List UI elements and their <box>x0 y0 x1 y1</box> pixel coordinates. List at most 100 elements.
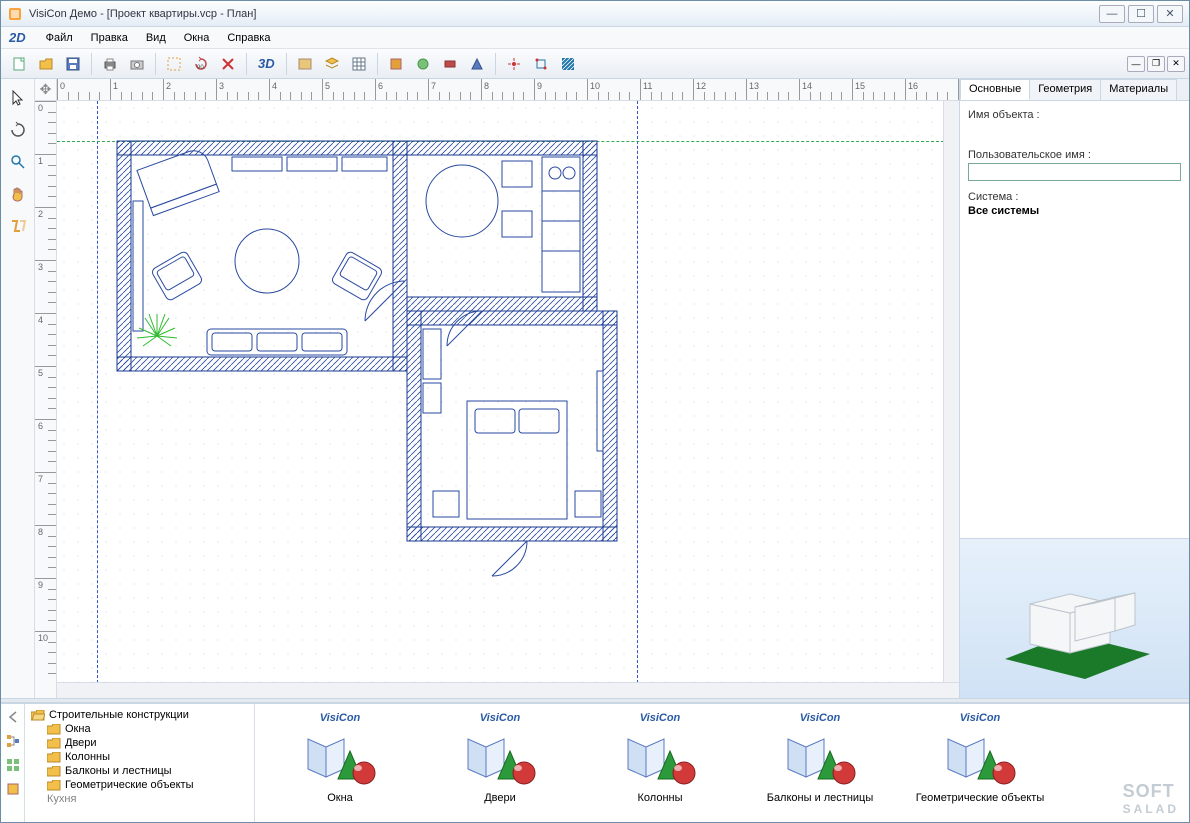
folder-cutoff[interactable]: Кухня <box>31 792 248 806</box>
tool-d-icon[interactable] <box>465 52 489 76</box>
print-icon[interactable] <box>98 52 122 76</box>
catalog-back-icon[interactable] <box>4 708 22 726</box>
window-title: VisiCon Демо - [Проект квартиры.vcp - Пл… <box>29 8 1096 20</box>
catalog-brand: VisiCon <box>960 712 1001 724</box>
tool-c-icon[interactable] <box>438 52 462 76</box>
catalog-thumb-icon <box>300 728 380 788</box>
folder-label: Строительные конструкции <box>49 709 189 721</box>
mdi-close-button[interactable]: ✕ <box>1167 56 1185 72</box>
maximize-button[interactable]: ☐ <box>1128 5 1154 23</box>
menu-view[interactable]: Вид <box>138 29 174 47</box>
close-button[interactable]: ✕ <box>1157 5 1183 23</box>
folder-icon <box>47 738 61 749</box>
drawing-canvas[interactable] <box>57 101 959 698</box>
folder-label: Кухня <box>47 793 76 805</box>
preview-3d[interactable] <box>960 538 1189 698</box>
camera-icon[interactable] <box>125 52 149 76</box>
snap-a-icon[interactable] <box>502 52 526 76</box>
catalog-item[interactable]: VisiCon Колонны <box>595 712 725 814</box>
menu-windows[interactable]: Окна <box>176 29 218 47</box>
canvas-scrollbar-v[interactable] <box>943 101 959 698</box>
vertical-ruler[interactable]: 012345678910 <box>35 101 57 698</box>
user-name-input[interactable] <box>968 163 1181 181</box>
app-icon <box>7 6 23 22</box>
layer-icon[interactable] <box>293 52 317 76</box>
catalog-brand: VisiCon <box>800 712 841 724</box>
properties-body: Имя объекта : Пользовательское имя : Сис… <box>960 101 1189 538</box>
folder-geometry[interactable]: Геометрические объекты <box>31 778 248 792</box>
folder-label: Двери <box>65 737 97 749</box>
save-icon[interactable] <box>61 52 85 76</box>
tool-a-icon[interactable] <box>384 52 408 76</box>
folder-label: Геометрические объекты <box>65 779 193 791</box>
catalog-item-label: Балконы и лестницы <box>767 792 874 804</box>
folder-columns[interactable]: Колонны <box>31 750 248 764</box>
mdi-minimize-button[interactable]: — <box>1127 56 1145 72</box>
select-marquee-icon[interactable] <box>162 52 186 76</box>
catalog-item-label: Колонны <box>638 792 683 804</box>
cursor-tool[interactable] <box>5 85 31 111</box>
zoom-tool[interactable] <box>5 149 31 175</box>
workspace: ✥ 01234567891011121314151617 01234567891… <box>1 79 1189 698</box>
grid-icon[interactable] <box>347 52 371 76</box>
catalog-item[interactable]: VisiConДвери <box>435 712 565 814</box>
catalog-item[interactable]: VisiCon Балконы и лестницы <box>755 712 885 814</box>
snap-b-icon[interactable] <box>529 52 553 76</box>
catalog-item-label: Окна <box>327 792 353 804</box>
catalog-item[interactable]: VisiCon Геометрические объекты <box>915 712 1045 814</box>
minimize-button[interactable]: — <box>1099 5 1125 23</box>
catalog-thumb-icon <box>460 728 540 788</box>
menu-help[interactable]: Справка <box>219 29 278 47</box>
catalog-panel: Строительные конструкции Окна Двери Коло… <box>1 702 1189 822</box>
catalog-view-icon[interactable] <box>4 756 22 774</box>
catalog-thumb-icon <box>620 728 700 788</box>
catalog-brand: VisiCon <box>640 712 681 724</box>
folder-root[interactable]: Строительные конструкции <box>31 708 248 722</box>
folder-doors[interactable]: Двери <box>31 736 248 750</box>
ruler-origin[interactable]: ✥ <box>35 79 57 101</box>
catalog-thumb-icon <box>780 728 860 788</box>
horizontal-ruler[interactable]: 01234567891011121314151617 <box>57 79 959 101</box>
catalog-settings-icon[interactable] <box>4 780 22 798</box>
catalog-item[interactable]: VisiCon Окна <box>275 712 405 814</box>
folder-label: Колонны <box>65 751 110 763</box>
system-label: Система : <box>968 191 1181 203</box>
delete-icon[interactable] <box>216 52 240 76</box>
object-name-label: Имя объекта : <box>968 109 1181 121</box>
object-name-value <box>968 123 1181 139</box>
new-file-icon[interactable] <box>7 52 31 76</box>
folder-label: Балконы и лестницы <box>65 765 172 777</box>
mode-2d-label[interactable]: 2D <box>5 30 30 45</box>
tool-b-icon[interactable] <box>411 52 435 76</box>
svg-text:90: 90 <box>197 65 204 71</box>
app-window: VisiCon Демо - [Проект квартиры.vcp - Пл… <box>0 0 1190 823</box>
folder-icon <box>47 766 61 777</box>
canvas-scrollbar-h[interactable] <box>57 682 959 698</box>
rotate-90-icon[interactable]: 90 <box>189 52 213 76</box>
tab-geometry[interactable]: Геометрия <box>1029 79 1101 100</box>
menu-file[interactable]: Файл <box>38 29 81 47</box>
titlebar: VisiCon Демо - [Проект квартиры.vcp - Пл… <box>1 1 1189 27</box>
menu-edit[interactable]: Правка <box>83 29 136 47</box>
tab-basic[interactable]: Основные <box>960 79 1030 100</box>
mode-3d-button[interactable]: 3D <box>253 52 280 76</box>
folder-icon <box>47 752 61 763</box>
folder-windows[interactable]: Окна <box>31 722 248 736</box>
catalog-items: VisiConОкнаVisiConДвериVisiConКолонныVis… <box>255 704 1189 822</box>
hatch-icon[interactable] <box>556 52 580 76</box>
main-toolbar: 90 3D — ❐ ✕ <box>1 49 1189 79</box>
rotate-tool[interactable] <box>5 117 31 143</box>
pan-hand-tool[interactable] <box>5 181 31 207</box>
folder-balconies[interactable]: Балконы и лестницы <box>31 764 248 778</box>
catalog-tree-icon[interactable] <box>4 732 22 750</box>
folder-label: Окна <box>65 723 91 735</box>
catalog-brand: VisiCon <box>320 712 361 724</box>
mdi-restore-button[interactable]: ❐ <box>1147 56 1165 72</box>
layers-icon[interactable] <box>320 52 344 76</box>
open-file-icon[interactable] <box>34 52 58 76</box>
catalog-item-label: Геометрические объекты <box>916 792 1044 804</box>
menubar: 2D Файл Правка Вид Окна Справка <box>1 27 1189 49</box>
tab-materials[interactable]: Материалы <box>1100 79 1177 100</box>
orbit-tool[interactable] <box>5 213 31 239</box>
catalog-toolbar <box>1 704 25 822</box>
